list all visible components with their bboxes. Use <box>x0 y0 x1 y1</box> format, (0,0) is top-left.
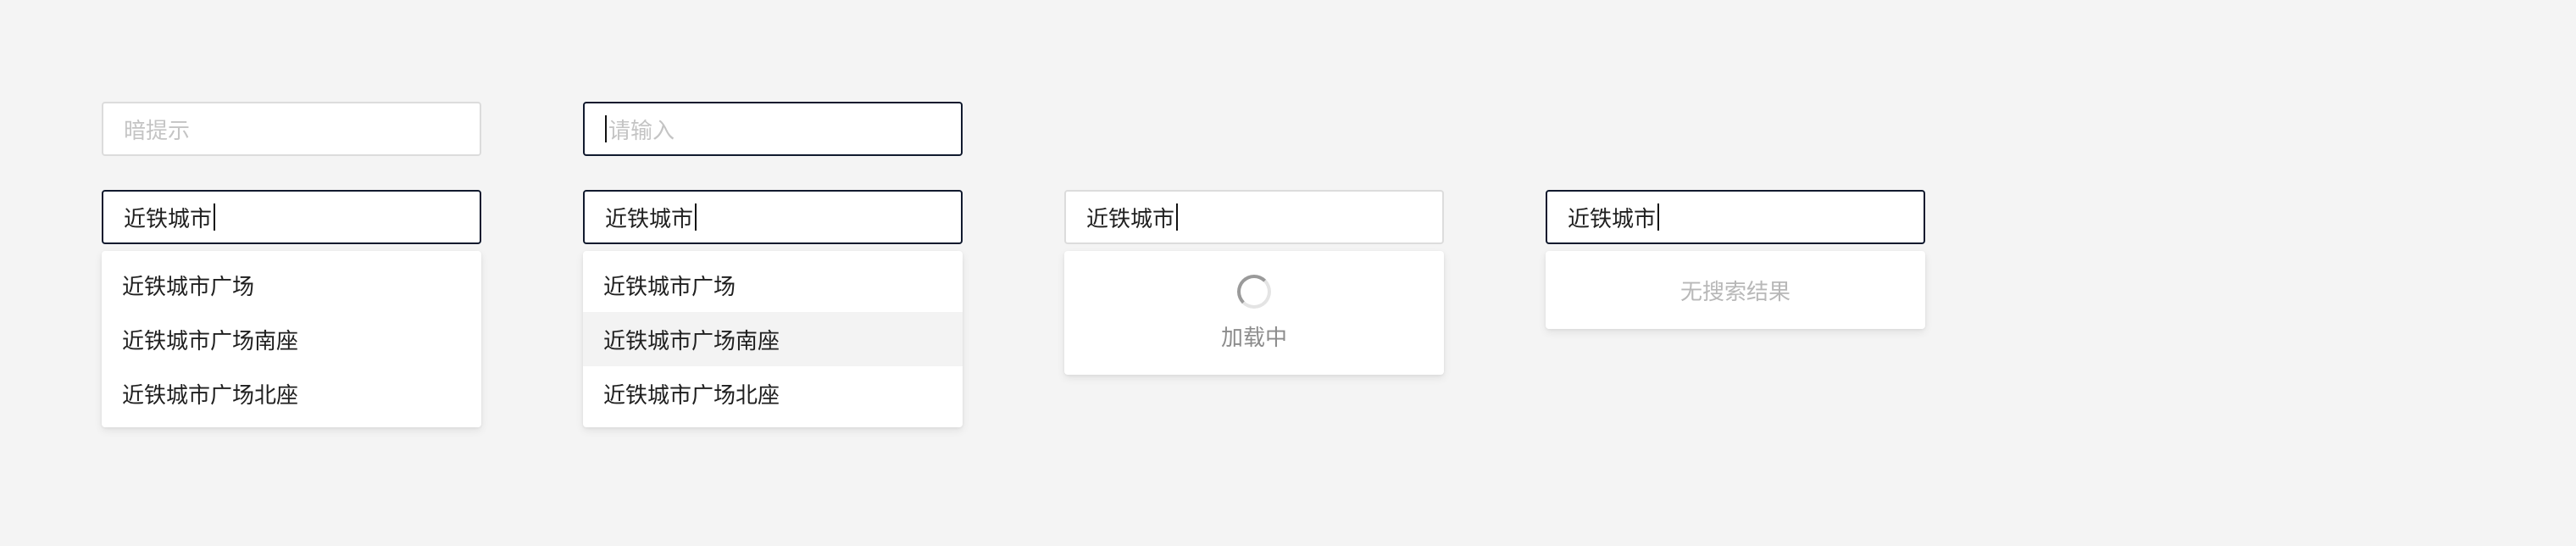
suggestion-item[interactable]: 近铁城市广场南座 <box>102 312 481 366</box>
suggestion-item[interactable]: 近铁城市广场北座 <box>102 366 481 421</box>
focused-empty-input[interactable]: 请输入 <box>583 102 963 156</box>
empty-dropdown: 无搜索结果 <box>1546 251 1925 329</box>
search-input-hover-state[interactable]: 近铁城市 <box>583 190 963 244</box>
suggestion-item[interactable]: 近铁城市广场北座 <box>583 366 963 421</box>
text-caret <box>695 203 697 231</box>
placeholder-input[interactable]: 暗提示 <box>102 102 481 156</box>
input-value: 近铁城市 <box>1568 206 1657 232</box>
loading-text: 加载中 <box>1220 325 1287 351</box>
loading-state: 加载中 <box>1064 251 1444 375</box>
suggestion-item[interactable]: 近铁城市广场 <box>583 258 963 312</box>
suggestion-item-hovered[interactable]: 近铁城市广场南座 <box>583 312 963 366</box>
text-caret <box>1657 203 1660 231</box>
input-value: 近铁城市 <box>605 206 694 232</box>
suggestion-dropdown: 近铁城市广场 近铁城市广场南座 近铁城市广场北座 <box>102 251 481 427</box>
loading-spinner-icon <box>1237 274 1271 309</box>
text-caret <box>605 115 607 142</box>
placeholder-text: 请输入 <box>608 118 675 144</box>
search-input-loading[interactable]: 近铁城市 <box>1064 190 1444 244</box>
loading-dropdown: 加载中 <box>1064 251 1444 375</box>
input-value: 近铁城市 <box>1086 206 1175 232</box>
empty-result-text: 无搜索结果 <box>1679 279 1790 305</box>
autocomplete-states-canvas: 暗提示 请输入 近铁城市 近铁城市广场 近铁城市广场南座 近铁城市广场北座 近铁… <box>0 0 2576 546</box>
text-caret <box>1176 203 1179 231</box>
search-input-no-results[interactable]: 近铁城市 <box>1546 190 1925 244</box>
input-value: 近铁城市 <box>124 206 213 232</box>
search-input-with-results[interactable]: 近铁城市 <box>102 190 481 244</box>
suggestion-item[interactable]: 近铁城市广场 <box>102 258 481 312</box>
suggestion-dropdown-hover: 近铁城市广场 近铁城市广场南座 近铁城市广场北座 <box>583 251 963 427</box>
text-caret <box>214 203 216 231</box>
placeholder-text: 暗提示 <box>124 118 191 144</box>
